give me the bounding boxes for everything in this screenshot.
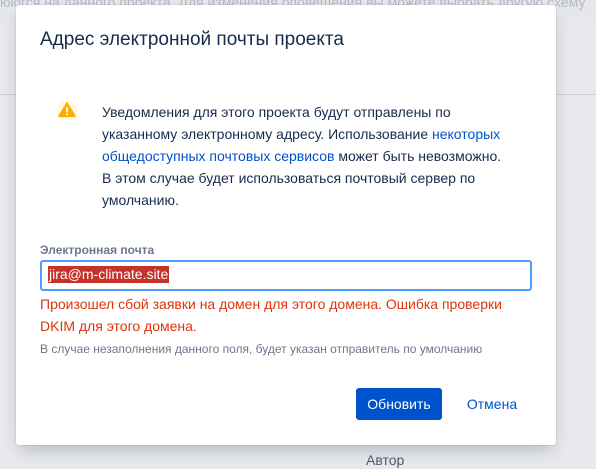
email-field[interactable]: jira@m-climate.site	[40, 260, 532, 291]
background-divider-left	[0, 94, 16, 95]
email-settings-dialog: Адрес электронной почты проекта Уведомле…	[16, 5, 556, 445]
email-field-value: jira@m-climate.site	[48, 266, 170, 283]
warning-icon	[56, 99, 78, 121]
background-divider-right	[556, 94, 596, 95]
email-help-text: В случае незаполнения данного поля, буде…	[40, 342, 483, 356]
warning-message: Уведомления для этого проекта будут отпр…	[102, 101, 502, 211]
email-error-message: Произошел сбой заявки на домен для этого…	[40, 296, 502, 334]
cancel-button[interactable]: Отмена	[456, 388, 528, 420]
warning-text-start: Уведомления для этого проекта будут отпр…	[102, 104, 451, 142]
update-button[interactable]: Обновить	[356, 388, 442, 420]
email-field-label: Электронная почта	[40, 243, 155, 257]
dialog-title: Адрес электронной почты проекта	[40, 29, 344, 50]
background-author-label: Автор	[366, 452, 405, 468]
